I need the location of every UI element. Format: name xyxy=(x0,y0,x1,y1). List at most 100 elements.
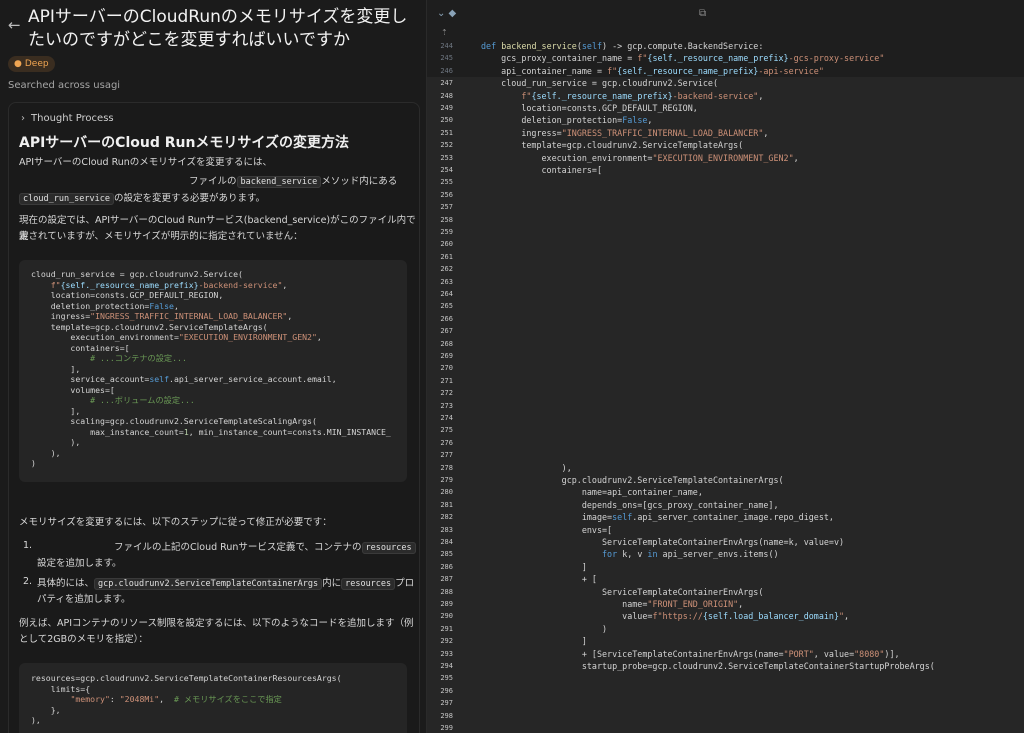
editor-line: 299 xyxy=(427,722,1024,733)
editor-line: 261 xyxy=(427,251,1024,263)
fold-icon[interactable]: ⇡ xyxy=(441,28,448,37)
line-number: 273 xyxy=(440,401,453,410)
editor-toolbar: ⌄ ◆ ⧉ xyxy=(427,0,1024,28)
code-line: containers=[ xyxy=(31,342,130,353)
line-number: 258 xyxy=(440,215,453,224)
code-line: }, xyxy=(31,704,61,715)
line-number: 279 xyxy=(440,476,453,484)
line-number: 251 xyxy=(440,128,453,137)
editor-line: 264 xyxy=(427,288,1024,300)
copy-icon[interactable]: ⧉ xyxy=(699,8,706,19)
editor-line: 291 ) xyxy=(427,623,1024,635)
editor-line: 252 template=gcp.cloudrunv2.ServiceTempl… xyxy=(427,139,1024,151)
line-number: 290 xyxy=(440,612,453,621)
step2-number: 2. xyxy=(23,576,33,587)
chat-panel: ← APIサーバーのCloudRunのメモリサイズを変更したいのですがどこを変更… xyxy=(0,0,426,733)
editor-lines[interactable]: 244 def backend_service(self) -> gcp.comp… xyxy=(427,40,1024,733)
code-line: ) xyxy=(31,458,36,468)
code-line: limits={ xyxy=(31,683,91,694)
line-number: 266 xyxy=(440,314,453,323)
line-text: gcp.cloudrunv2.ServiceTemplateContainerA… xyxy=(481,475,784,485)
line-number: 248 xyxy=(440,91,453,100)
line-number: 252 xyxy=(440,141,453,150)
inline-code: backend_service xyxy=(236,176,322,188)
step2-text-b: 内に xyxy=(322,578,342,589)
editor-line: 255 xyxy=(427,176,1024,188)
thought-process-label: Thought Process xyxy=(31,113,114,124)
line-text: name=api_container_name, xyxy=(481,487,703,498)
line-text: f"{self._resource_name_prefix}-backend-s… xyxy=(521,90,764,101)
line-number: 291 xyxy=(440,624,453,633)
line-number: 257 xyxy=(440,203,453,212)
question-title: APIサーバーのCloudRunのメモリサイズを変更したいのですがどこを変更すれ… xyxy=(28,7,408,50)
line-text: + [ xyxy=(481,574,597,585)
code-line: resources=gcp.cloudrunv2.ServiceTemplate… xyxy=(31,673,342,683)
fold-bar: ⇡ xyxy=(427,28,1024,40)
line-number: 292 xyxy=(440,637,453,646)
line-text: image=self.api_server_container_image.re… xyxy=(481,512,834,523)
editor-line: 266 xyxy=(427,313,1024,325)
inline-code: resources xyxy=(341,578,396,590)
thought-process-toggle[interactable]: › Thought Process xyxy=(21,113,114,124)
line-number: 262 xyxy=(440,265,453,274)
para1-text-a: ファイルの xyxy=(189,176,237,187)
code-line: # ...コンテナの設定... xyxy=(90,353,187,363)
editor-line: 292 ] xyxy=(427,635,1024,647)
editor-line: 263 xyxy=(427,276,1024,288)
answer-card: › Thought Process APIサーバーのCloud Runメモリサイズ… xyxy=(8,102,420,733)
line-number: 278 xyxy=(440,463,453,472)
para1-line1: APIサーバーのCloud Runのメモリサイズを変更するには、 xyxy=(19,157,273,168)
line-number: 282 xyxy=(440,513,453,522)
line-number: 265 xyxy=(440,302,453,311)
editor-line: 289 name="FRONT_END_ORIGIN", xyxy=(427,598,1024,610)
editor-line: 268 xyxy=(427,338,1024,350)
line-number: 287 xyxy=(440,575,453,584)
code-line: location=consts.GCP_DEFAULT_REGION, xyxy=(31,290,224,300)
editor-line: 282 image=self.api_server_container_imag… xyxy=(427,511,1024,523)
code-line: ingress="INGRESS_TRAFFIC_INTERNAL_LOAD_B… xyxy=(31,311,293,321)
line-number: 298 xyxy=(440,711,453,720)
code-block-2: resources=gcp.cloudrunv2.ServiceTemplate… xyxy=(19,663,407,733)
line-number: 280 xyxy=(440,488,453,497)
line-number: 250 xyxy=(440,116,453,125)
editor-line: 254 containers=[ xyxy=(427,164,1024,176)
chevron-down-icon[interactable]: ⌄ ◆ xyxy=(437,8,456,19)
code-line: ], xyxy=(31,363,81,374)
para1-text-b: メソッド内にある xyxy=(321,176,398,187)
editor-line: 290 value=f"https://{self.load_balancer_… xyxy=(427,610,1024,622)
badge-dot-icon: ● xyxy=(14,59,22,69)
line-number: 249 xyxy=(440,104,453,112)
back-arrow-icon[interactable]: ← xyxy=(8,16,21,34)
line-number: 247 xyxy=(440,79,453,88)
line-number: 274 xyxy=(440,414,453,422)
code-line: "memory": "2048Mi", # メモリサイズをここで指定 xyxy=(70,694,282,704)
line-number: 276 xyxy=(440,438,453,447)
editor-line: 275 xyxy=(427,424,1024,436)
editor-line: 298 xyxy=(427,710,1024,722)
line-text: ingress="INGRESS_TRAFFIC_INTERNAL_LOAD_B… xyxy=(481,127,769,138)
line-text: location=consts.GCP_DEFAULT_REGION, xyxy=(481,103,698,113)
line-number: 285 xyxy=(440,550,453,559)
line-number: 270 xyxy=(440,364,453,373)
line-number: 293 xyxy=(440,649,453,658)
line-text: template=gcp.cloudrunv2.ServiceTemplateA… xyxy=(481,140,744,151)
line-number: 269 xyxy=(440,352,453,360)
editor-line: 294 startup_probe=gcp.cloudrunv2.Service… xyxy=(427,660,1024,672)
para4-line2: として2GBのメモリを指定）： xyxy=(19,634,148,645)
editor-line: 287 + [ xyxy=(427,573,1024,585)
editor-line: 271 xyxy=(427,375,1024,387)
editor-line: 288 ServiceTemplateContainerEnvArgs( xyxy=(427,586,1024,598)
line-number: 263 xyxy=(440,277,453,286)
editor-line: 293 + [ServiceTemplateContainerEnvArgs(n… xyxy=(427,648,1024,660)
editor-line: 270 xyxy=(427,362,1024,374)
editor-line: 281 depends_ons=[gcs_proxy_container_nam… xyxy=(427,499,1024,511)
deep-badge-label: Deep xyxy=(24,59,49,69)
line-text: gcs_proxy_container_name = f"{self._reso… xyxy=(481,53,885,64)
line-text: containers=[ xyxy=(481,165,603,175)
editor-line: 296 xyxy=(427,685,1024,697)
line-number: 297 xyxy=(440,699,453,708)
line-number: 259 xyxy=(440,228,453,236)
para4-line1: 例えば、APIコンテナのリソース制限を設定するには、以下のようなコードを追加しま… xyxy=(19,618,414,629)
line-number: 283 xyxy=(440,525,453,534)
code-line: ), xyxy=(31,437,81,447)
